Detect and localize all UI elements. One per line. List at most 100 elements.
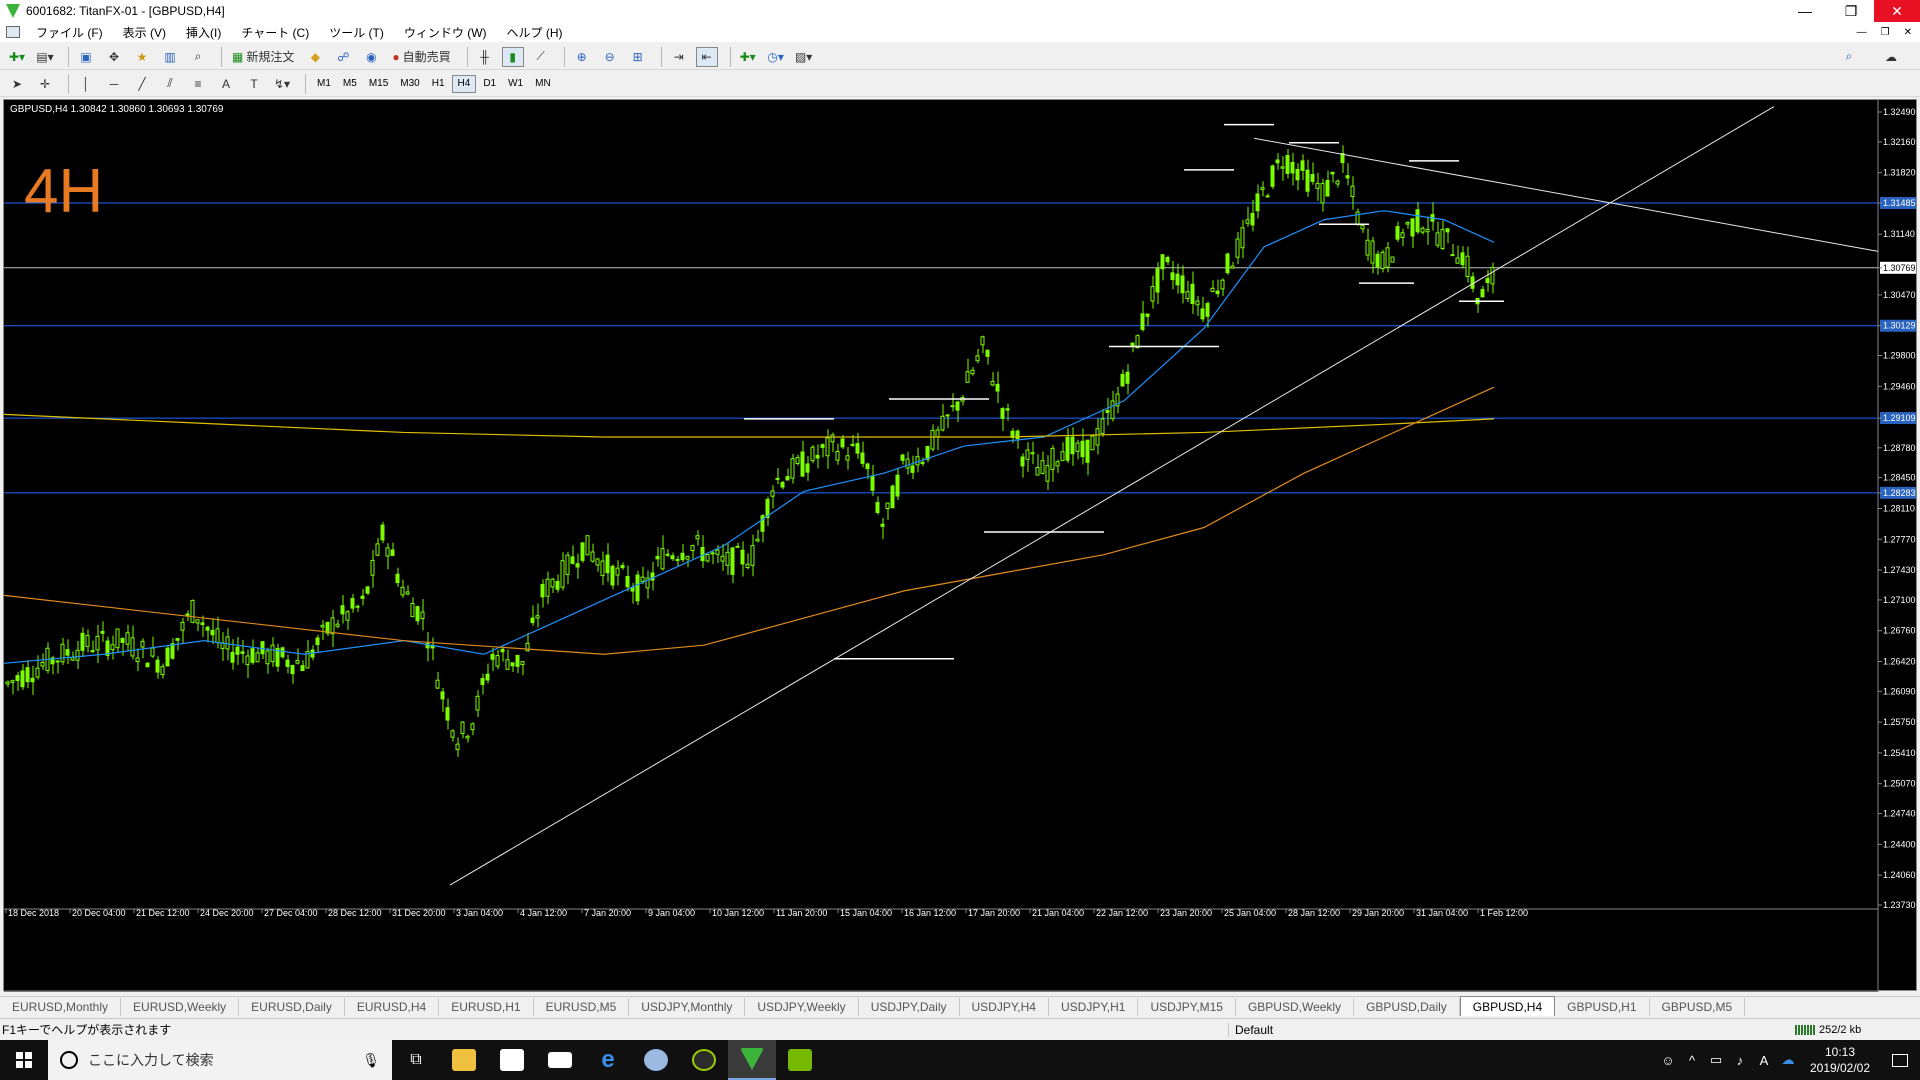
chart-tab[interactable]: GBPUSD,Daily <box>1354 998 1460 1016</box>
chart-window-icon[interactable] <box>6 26 20 38</box>
zoom-in-icon[interactable]: ⊕ <box>571 47 593 67</box>
chart-tab[interactable]: EURUSD,Weekly <box>121 998 240 1016</box>
chart-tab[interactable]: EURUSD,H4 <box>345 998 440 1016</box>
chart-canvas[interactable]: 1.32490 1.32160 1.31820 1.31485 1.31140 1.307… <box>4 100 1918 992</box>
chart-tab[interactable]: GBPUSD,H4 <box>1459 996 1556 1016</box>
chart-tab[interactable]: EURUSD,H1 <box>439 998 534 1016</box>
chart-tab[interactable]: GBPUSD,M5 <box>1650 998 1746 1016</box>
timeframe-m15[interactable]: M15 <box>364 75 393 93</box>
terminal-icon[interactable]: ▥ <box>159 47 181 67</box>
market-icon[interactable]: ◉ <box>360 47 382 67</box>
time-tick-label: 3 Jan 04:00 <box>456 908 503 918</box>
menu-chart[interactable]: チャート (C) <box>231 24 319 41</box>
app-icon[interactable] <box>632 1040 680 1080</box>
chart-tab[interactable]: USDJPY,H4 <box>960 998 1049 1016</box>
new-chart-icon[interactable]: ✚▾ <box>6 47 28 67</box>
indicators-icon[interactable]: ✚▾ <box>737 47 759 67</box>
auto-trading-button[interactable]: ● 自動売買 <box>388 47 454 67</box>
restore-button[interactable]: ❐ <box>1828 0 1874 22</box>
tile-windows-icon[interactable]: ⊞ <box>627 47 649 67</box>
menu-tools[interactable]: ツール (T) <box>319 24 394 41</box>
chart-tab[interactable]: USDJPY,Weekly <box>745 998 859 1016</box>
timeframe-mn[interactable]: MN <box>530 75 556 93</box>
profiles-icon[interactable]: ▤▾ <box>34 47 56 67</box>
timeframe-d1[interactable]: D1 <box>478 75 501 93</box>
mdi-close-button[interactable]: ✕ <box>1904 27 1912 38</box>
zoom-out-icon[interactable]: ⊖ <box>599 47 621 67</box>
text-label-icon[interactable]: T <box>243 74 265 94</box>
close-button[interactable]: ✕ <box>1874 0 1920 22</box>
autoscroll-icon[interactable]: ⇤ <box>695 46 718 67</box>
taskbar-search[interactable]: ここに入力して検索 🎙 <box>48 1040 392 1080</box>
line-chart-icon[interactable]: ⟋ <box>530 47 552 67</box>
horizontal-line-icon[interactable]: ─ <box>103 74 125 94</box>
network-icon[interactable]: ▭ <box>1704 1052 1728 1068</box>
menu-window[interactable]: ウィンドウ (W) <box>394 24 497 41</box>
timeframe-m5[interactable]: M5 <box>338 75 362 93</box>
chart-tab[interactable]: GBPUSD,Weekly <box>1236 998 1355 1016</box>
minimize-button[interactable]: — <box>1782 0 1828 22</box>
onedrive-icon[interactable]: ☁ <box>1776 1052 1800 1068</box>
market-watch-icon[interactable]: ▣ <box>75 47 97 67</box>
chart-tab[interactable]: EURUSD,Monthly <box>0 998 122 1016</box>
text-icon[interactable]: A <box>215 74 237 94</box>
periods-icon[interactable]: ◷▾ <box>765 47 787 67</box>
store-icon[interactable] <box>488 1040 536 1080</box>
menu-insert[interactable]: 挿入(I) <box>176 24 231 41</box>
mail-icon[interactable] <box>536 1040 584 1080</box>
candle-body <box>1410 218 1415 237</box>
arrows-icon[interactable]: ↯▾ <box>271 74 293 94</box>
new-order-button[interactable]: ▦ 新規注文 <box>228 47 298 67</box>
person-icon[interactable]: ☺ <box>1656 1053 1680 1068</box>
chart-tab[interactable]: USDJPY,H1 <box>1049 998 1139 1016</box>
strategy-tester-icon[interactable]: ⌕ <box>187 47 209 67</box>
chat-icon[interactable]: ☁ <box>1880 47 1902 67</box>
start-button[interactable] <box>0 1040 48 1080</box>
bar-chart-icon[interactable]: ╫ <box>474 47 496 67</box>
vertical-line-icon[interactable]: │ <box>75 74 97 94</box>
chart-tab[interactable]: USDJPY,Monthly <box>629 998 746 1016</box>
chart-tab[interactable]: EURUSD,Daily <box>239 998 345 1016</box>
cursor-icon[interactable]: ➤ <box>6 74 28 94</box>
timeframe-m30[interactable]: M30 <box>395 75 424 93</box>
show-hidden-icons[interactable]: ^ <box>1680 1053 1704 1068</box>
menu-help[interactable]: ヘルプ (H) <box>497 24 573 41</box>
timeframe-m1[interactable]: M1 <box>312 75 336 93</box>
chart-tab[interactable]: USDJPY,Daily <box>859 998 960 1016</box>
timeframe-w1[interactable]: W1 <box>503 75 528 93</box>
data-window-icon[interactable]: ✥ <box>103 47 125 67</box>
timeframe-h1[interactable]: H1 <box>427 75 450 93</box>
titanfx-mt4-icon[interactable] <box>728 1040 776 1080</box>
volume-icon[interactable]: ♪ <box>1728 1053 1752 1068</box>
crosshair-icon[interactable]: ✛ <box>34 74 56 94</box>
ime-icon[interactable]: A <box>1752 1053 1776 1068</box>
edge-browser-icon[interactable]: e <box>584 1040 632 1080</box>
menu-file[interactable]: ファイル (F) <box>26 24 113 41</box>
equidistant-channel-icon[interactable]: ⫽ <box>159 74 181 94</box>
task-view-icon[interactable]: ⧉ <box>392 1040 440 1080</box>
fibonacci-icon[interactable]: ≡ <box>187 74 209 94</box>
search-icon[interactable]: ⌕ <box>1838 47 1860 67</box>
navigator-icon[interactable]: ★ <box>131 47 153 67</box>
system-clock[interactable]: 10:13 2019/02/02 <box>1800 1044 1880 1076</box>
candlestick-chart-icon[interactable]: ▮ <box>501 46 524 67</box>
timeframe-h4[interactable]: H4 <box>451 74 477 93</box>
microphone-icon[interactable]: 🎙 <box>362 1052 380 1069</box>
notifications-icon[interactable] <box>1880 1053 1920 1067</box>
file-explorer-icon[interactable] <box>440 1040 488 1080</box>
mdi-restore-button[interactable]: ❐ <box>1881 27 1890 38</box>
mdi-minimize-button[interactable]: — <box>1857 27 1867 38</box>
ninjatrader-icon[interactable] <box>680 1040 728 1080</box>
templates-icon[interactable]: ▨▾ <box>793 47 815 67</box>
trendline-icon[interactable]: ╱ <box>131 74 153 94</box>
metaeditor-icon[interactable]: ◆ <box>304 47 326 67</box>
chart-tab[interactable]: USDJPY,M15 <box>1138 998 1236 1016</box>
chart-tab[interactable]: GBPUSD,H1 <box>1555 998 1650 1016</box>
price-chart[interactable]: 1.32490 1.32160 1.31820 1.31485 1.31140 1.307… <box>3 99 1918 992</box>
candle-body <box>165 647 170 667</box>
chart-shift-icon[interactable]: ⇥ <box>668 47 690 67</box>
menu-view[interactable]: 表示 (V) <box>113 24 176 41</box>
chart-tab[interactable]: EURUSD,M5 <box>534 998 630 1016</box>
nvidia-icon[interactable] <box>776 1040 824 1080</box>
signals-icon[interactable]: ☍ <box>332 47 354 67</box>
